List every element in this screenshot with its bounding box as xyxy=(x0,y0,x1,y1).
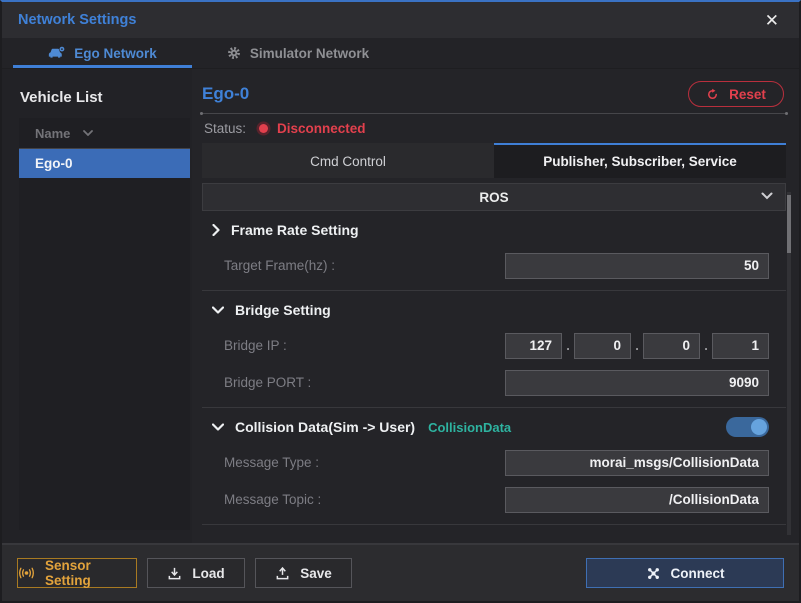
protocol-select[interactable]: ROS xyxy=(202,183,786,211)
collision-data-tag: CollisionData xyxy=(428,420,511,435)
reset-button[interactable]: Reset xyxy=(688,81,784,107)
chevron-down-icon xyxy=(761,192,773,200)
tab-cmd-control[interactable]: Cmd Control xyxy=(202,143,494,178)
tab-pss-label: Publisher, Subscriber, Service xyxy=(543,154,737,169)
car-icon xyxy=(48,46,65,60)
vertical-scrollbar[interactable] xyxy=(787,192,791,535)
chevron-right-icon xyxy=(212,224,220,236)
section-title: Collision Data(Sim -> User) xyxy=(235,419,415,435)
dialog-body: Vehicle List Name Ego-0 Ego-0 xyxy=(2,69,799,543)
scrollbar-thumb[interactable] xyxy=(787,195,791,253)
sensor-setting-label: Sensor Setting xyxy=(45,558,136,588)
bridge-ip-label: Bridge IP : xyxy=(224,338,287,353)
section-divider xyxy=(202,407,786,408)
section-title: Frame Rate Setting xyxy=(231,222,359,238)
message-type-row: Message Type : xyxy=(202,444,786,481)
vehicle-list-panel: Vehicle List Name Ego-0 xyxy=(2,69,192,543)
load-button-label: Load xyxy=(192,566,224,581)
header-divider xyxy=(202,113,786,114)
status-dot-icon xyxy=(259,124,268,133)
refresh-icon xyxy=(706,88,719,101)
protocol-select-value: ROS xyxy=(479,190,508,205)
save-button-label: Save xyxy=(300,566,332,581)
name-header-label: Name xyxy=(35,126,70,141)
bridge-ip-row: Bridge IP : . . . xyxy=(202,327,786,364)
bridge-ip-inputs: . . . xyxy=(505,333,769,359)
bridge-ip-octet-3[interactable] xyxy=(643,333,700,359)
bridge-port-row: Bridge PORT : xyxy=(202,364,786,401)
tab-simulator-network[interactable]: Simulator Network xyxy=(192,38,404,68)
vehicle-list-item-ego-0[interactable]: Ego-0 xyxy=(19,149,190,178)
vehicle-list: Name Ego-0 xyxy=(19,118,190,530)
selected-vehicle-title: Ego-0 xyxy=(202,84,249,104)
connect-button-label: Connect xyxy=(671,566,725,581)
reset-button-label: Reset xyxy=(729,87,766,102)
footer-bar: Sensor Setting Load Save xyxy=(2,543,799,601)
target-frame-label: Target Frame(hz) : xyxy=(224,258,335,273)
chevron-down-icon xyxy=(212,306,224,314)
toggle-knob xyxy=(751,419,767,435)
target-frame-input[interactable] xyxy=(505,253,769,279)
tab-ego-network[interactable]: Ego Network xyxy=(13,38,192,68)
connect-button[interactable]: Connect xyxy=(586,558,784,588)
message-topic-row: Message Topic : xyxy=(202,481,786,518)
control-tab-bar: Cmd Control Publisher, Subscriber, Servi… xyxy=(202,143,786,178)
section-bridge-setting[interactable]: Bridge Setting xyxy=(202,293,786,327)
section-collision-data[interactable]: Collision Data(Sim -> User) CollisionDat… xyxy=(202,410,786,444)
status-row: Status: Disconnected xyxy=(202,114,786,143)
network-settings-dialog: Network Settings ✕ Ego Network xyxy=(0,0,801,603)
tab-cmd-control-label: Cmd Control xyxy=(310,154,386,169)
section-divider xyxy=(202,524,786,525)
vehicle-list-title: Vehicle List xyxy=(20,89,192,106)
chevron-down-icon xyxy=(83,130,93,136)
vehicle-list-name-header[interactable]: Name xyxy=(19,118,190,149)
panel-header: Ego-0 Reset xyxy=(202,69,786,113)
message-type-input[interactable] xyxy=(505,450,769,476)
vehicle-label: Ego-0 xyxy=(35,156,73,171)
ip-separator: . xyxy=(631,338,643,353)
tab-ego-network-label: Ego Network xyxy=(74,46,157,61)
tab-publisher-subscriber-service[interactable]: Publisher, Subscriber, Service xyxy=(494,143,786,178)
bridge-port-label: Bridge PORT : xyxy=(224,375,311,390)
message-topic-label: Message Topic : xyxy=(224,492,321,507)
download-icon xyxy=(167,566,182,581)
upload-icon xyxy=(275,566,290,581)
tab-simulator-network-label: Simulator Network xyxy=(250,46,369,61)
chevron-down-icon xyxy=(212,423,224,431)
load-button[interactable]: Load xyxy=(147,558,245,588)
collision-data-toggle[interactable] xyxy=(726,417,769,437)
close-icon[interactable]: ✕ xyxy=(761,10,783,31)
bridge-ip-octet-1[interactable] xyxy=(505,333,562,359)
bridge-ip-octet-2[interactable] xyxy=(574,333,631,359)
target-frame-row: Target Frame(hz) : xyxy=(202,247,786,284)
gear-icon xyxy=(227,46,241,60)
section-frame-rate-setting[interactable]: Frame Rate Setting xyxy=(202,213,786,247)
ip-separator: . xyxy=(700,338,712,353)
message-topic-input[interactable] xyxy=(505,487,769,513)
section-title: Bridge Setting xyxy=(235,302,331,318)
settings-panel: Ego-0 Reset Status: Disconnected xyxy=(202,69,786,543)
save-button[interactable]: Save xyxy=(255,558,352,588)
settings-scroll-area: ROS Frame Rate Setting Target Frame(hz) … xyxy=(202,178,786,531)
dialog-title: Network Settings xyxy=(18,12,136,28)
ip-separator: . xyxy=(562,338,574,353)
status-label: Status: xyxy=(204,121,246,136)
status-value: Disconnected xyxy=(277,121,366,136)
sensor-setting-button[interactable]: Sensor Setting xyxy=(17,558,137,588)
network-nodes-icon xyxy=(646,566,661,581)
message-type-label: Message Type : xyxy=(224,455,319,470)
bridge-ip-octet-4[interactable] xyxy=(712,333,769,359)
broadcast-icon xyxy=(18,567,35,579)
section-divider xyxy=(202,290,786,291)
title-bar: Network Settings ✕ xyxy=(2,2,799,38)
bridge-port-input[interactable] xyxy=(505,370,769,396)
network-tab-bar: Ego Network Simulator Network xyxy=(2,38,799,69)
